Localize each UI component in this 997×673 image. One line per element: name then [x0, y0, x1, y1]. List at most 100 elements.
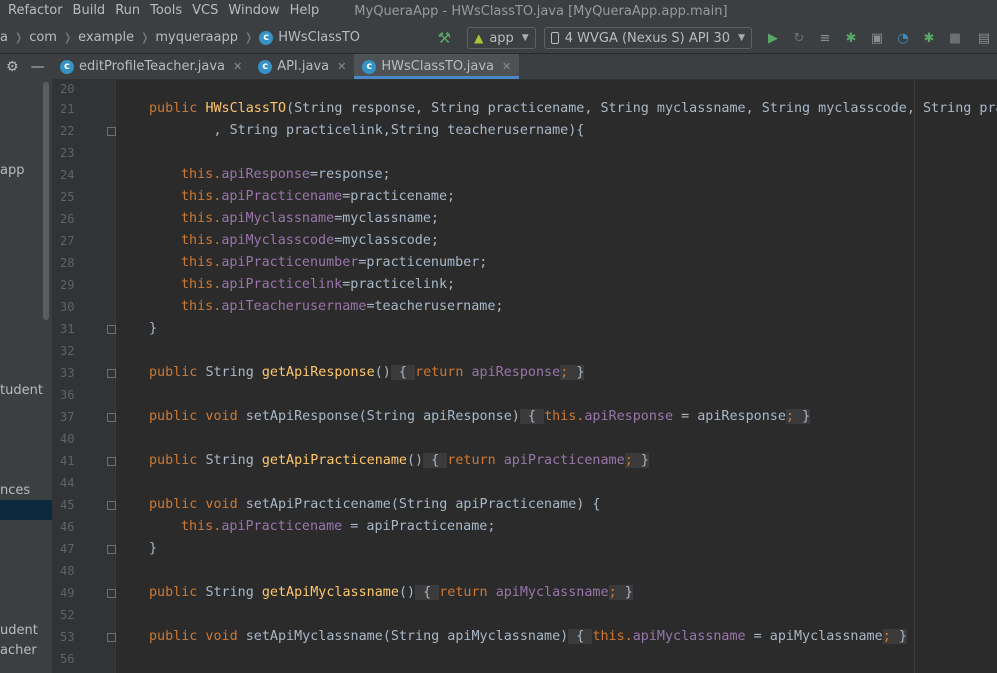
avd-manager-icon[interactable]: ▤: [976, 30, 992, 46]
code-line-24: this.apiResponse=response;: [181, 165, 391, 185]
fold-marker[interactable]: [107, 413, 116, 422]
this-keyword: this.: [181, 233, 222, 248]
code-line-29: this.apiPracticelink=practicelink;: [181, 275, 455, 295]
code-line-45: public void setApiPracticename(String ap…: [149, 495, 600, 515]
method-name: setApiPracticename: [245, 497, 391, 512]
stop-icon[interactable]: ■: [947, 30, 963, 46]
folded-close: }: [802, 409, 811, 424]
breadcrumb-app[interactable]: a: [0, 30, 8, 45]
breadcrumb-example[interactable]: example: [78, 30, 134, 45]
code-editor[interactable]: 20 21 22 23 24 25 26 27 28 29 30 31 32 3…: [52, 80, 997, 673]
phone-icon: [550, 32, 559, 44]
line-number: 27: [60, 234, 75, 248]
field: apiMyclassname: [221, 211, 335, 226]
rerun-icon[interactable]: ↻: [791, 30, 807, 46]
field: apiPracticename: [221, 519, 343, 534]
line-number: 23: [60, 146, 75, 160]
folded-open: {: [568, 629, 593, 644]
tree-item[interactable]: acher: [0, 643, 37, 658]
tab-api[interactable]: c API.java ✕: [250, 54, 354, 79]
tree-item[interactable]: tudent: [0, 383, 43, 398]
panel-scrollbar[interactable]: [43, 82, 49, 320]
type: String: [205, 453, 262, 468]
toolbar: ⚒ ▲ app ▼ 4 WVGA (Nexus S) API 30 ▼ ▶ ↻ …: [438, 22, 997, 54]
keyword: public void: [149, 409, 246, 424]
assignment: =practicenumber;: [358, 255, 488, 270]
keyword: public: [149, 453, 206, 468]
semicolon: ;: [560, 365, 577, 380]
this-keyword: this.: [181, 189, 222, 204]
breadcrumb-com[interactable]: com: [29, 30, 57, 45]
line-number: 40: [60, 432, 75, 446]
gear-icon[interactable]: ⚙: [6, 59, 19, 75]
panel-header: ⚙ —: [0, 54, 52, 80]
menu-window[interactable]: Window: [223, 0, 284, 22]
fold-marker[interactable]: [107, 127, 116, 136]
fold-marker[interactable]: [107, 633, 116, 642]
device-label: 4 WVGA (Nexus S) API 30: [564, 30, 731, 46]
this-keyword: this.: [181, 299, 222, 314]
code-line-22: , String practicelink,String teacheruser…: [149, 123, 585, 138]
assignment: =response;: [310, 167, 391, 182]
debug-icon[interactable]: ✱: [843, 30, 859, 46]
profile-icon[interactable]: ◔: [895, 30, 911, 46]
chevron-right-icon: ❭: [13, 31, 24, 44]
collapse-icon[interactable]: —: [31, 59, 45, 75]
menu-run[interactable]: Run: [110, 0, 145, 22]
fold-marker[interactable]: [107, 457, 116, 466]
menu-refactor[interactable]: Refactor: [0, 0, 68, 22]
attach-debugger-icon[interactable]: ▣: [869, 30, 885, 46]
run-icon[interactable]: ▶: [765, 30, 781, 46]
folded-close: }: [898, 629, 907, 644]
code-line-47: }: [149, 541, 158, 556]
tree-item[interactable]: nces: [0, 483, 30, 498]
method-name: setApiResponse: [245, 409, 359, 424]
tab-hwsclassto[interactable]: c HWsClassTO.java ✕: [354, 54, 520, 79]
window-title: MyQueraApp - HWsClassTO.java [MyQueraApp…: [354, 3, 728, 19]
close-icon[interactable]: ✕: [337, 60, 346, 73]
fold-marker[interactable]: [107, 589, 116, 598]
params: (String apiPracticename) {: [390, 497, 601, 512]
editor-tabs: c editProfileTeacher.java ✕ c API.java ✕…: [52, 54, 997, 80]
this-keyword: this.: [181, 167, 222, 182]
params: (String apiResponse): [358, 409, 520, 424]
assignment: = apiMyclassname: [745, 629, 883, 644]
chevron-right-icon: ❭: [244, 31, 254, 44]
line-number: 44: [60, 476, 75, 490]
field: apiPracticename: [221, 189, 343, 204]
menu-vcs[interactable]: VCS: [187, 0, 223, 22]
fold-marker[interactable]: [107, 545, 116, 554]
menu-tools[interactable]: Tools: [145, 0, 187, 22]
line-number: 46: [60, 520, 75, 534]
assignment: = apiPracticename;: [342, 519, 496, 534]
line-number: 24: [60, 168, 75, 182]
class-icon: c: [258, 59, 273, 74]
line-number: 52: [60, 608, 75, 622]
line-number: 30: [60, 300, 75, 314]
fold-marker[interactable]: [107, 325, 116, 334]
line-number: 29: [60, 278, 75, 292]
params: (): [374, 365, 391, 380]
device-select[interactable]: 4 WVGA (Nexus S) API 30 ▼: [543, 27, 752, 49]
menu-build[interactable]: Build: [68, 0, 111, 22]
tree-item[interactable]: app: [0, 163, 24, 178]
menu-help[interactable]: Help: [285, 0, 325, 22]
hammer-icon[interactable]: ⚒: [438, 29, 451, 47]
fold-marker[interactable]: [107, 369, 116, 378]
fold-marker[interactable]: [107, 501, 116, 510]
folded-close: }: [640, 453, 649, 468]
bug-icon[interactable]: ✱: [921, 30, 937, 46]
apply-changes-icon[interactable]: ≡: [817, 30, 833, 46]
tab-editprofileteacher[interactable]: c editProfileTeacher.java ✕: [52, 54, 250, 79]
code-line-21: public HWsClassTO(String response, Strin…: [149, 99, 997, 119]
field: apiMyclassname: [495, 585, 609, 600]
breadcrumb-myqueraapp[interactable]: myqueraapp: [155, 30, 238, 45]
tree-item[interactable]: udent: [0, 623, 38, 638]
close-icon[interactable]: ✕: [502, 60, 511, 73]
class-icon: c: [259, 30, 274, 45]
tab-label: editProfileTeacher.java: [79, 59, 225, 74]
line-number: 45: [60, 498, 75, 512]
close-icon[interactable]: ✕: [233, 60, 242, 73]
run-config-select[interactable]: ▲ app ▼: [467, 27, 536, 49]
breadcrumb-hwsclassto[interactable]: HWsClassTO: [278, 30, 360, 45]
